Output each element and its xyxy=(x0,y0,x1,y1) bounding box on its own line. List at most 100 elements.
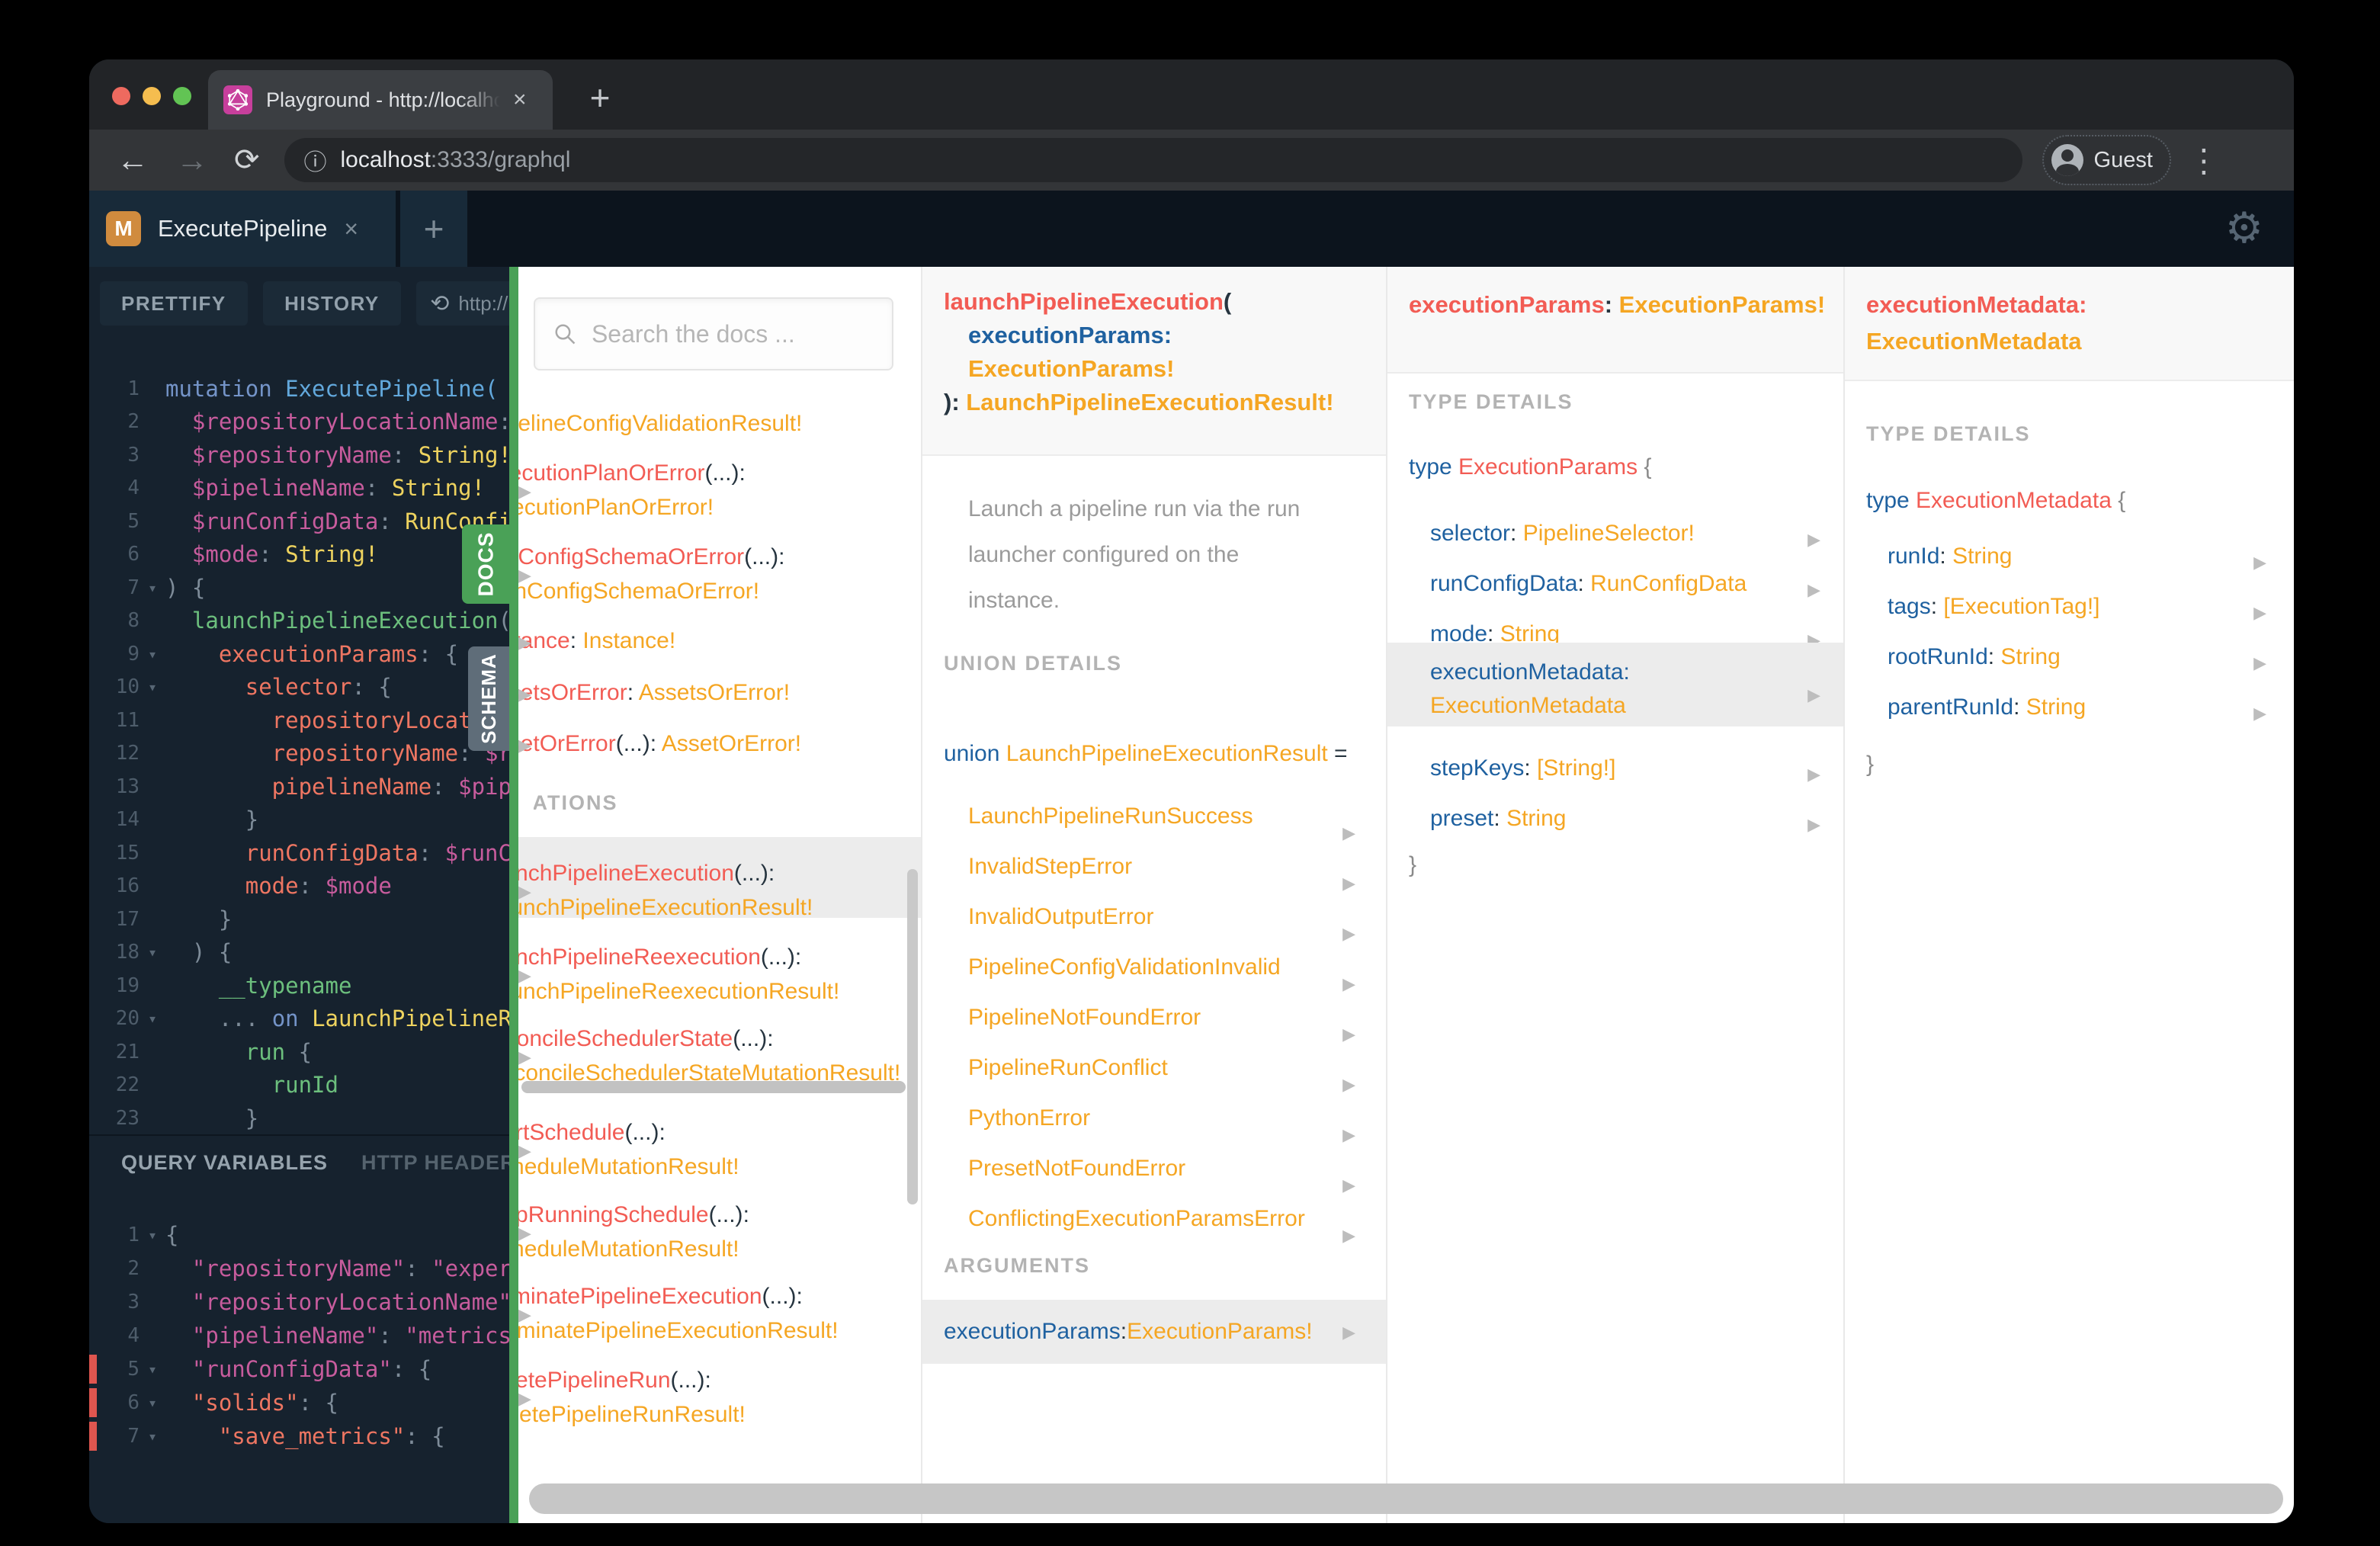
history-button[interactable]: HISTORY xyxy=(263,281,401,326)
type-declaration: type ExecutionMetadata { xyxy=(1866,488,2126,513)
error-marker xyxy=(89,1388,97,1417)
argument-row[interactable]: executionParams: ExecutionParams! ▶ xyxy=(922,1300,1386,1364)
type-field-preset[interactable]: preset: String ▶ xyxy=(1387,802,1843,836)
type-field-stepKeys[interactable]: stepKeys: [String!] ▶ xyxy=(1387,752,1843,785)
playground-header: M ExecutePipeline × + ⚙ xyxy=(89,191,2294,267)
mutation-badge: M xyxy=(106,211,141,246)
address-bar[interactable]: ⓘ localhost :3333/graphql xyxy=(284,138,2022,182)
browser-tab-title: Playground - http://localhost:3 xyxy=(266,88,502,111)
doc-item-deletePipelineRun[interactable]: deletePipelineRun(...): DeletePipelineRu… xyxy=(518,1363,903,1432)
code-line: 4 "pipelineName": "metrics xyxy=(127,1323,509,1349)
type-field-selector[interactable]: selector: PipelineSelector! ▶ xyxy=(1387,517,1843,550)
union-member-PresetNotFoundError[interactable]: PresetNotFoundError ▶ xyxy=(922,1143,1386,1195)
chevron-right-icon: ▶ xyxy=(2253,603,2266,622)
back-icon[interactable]: ← xyxy=(117,144,149,176)
chevron-right-icon: ▶ xyxy=(2253,704,2266,723)
union-member-PipelineNotFoundError[interactable]: PipelineNotFoundError ▶ xyxy=(922,993,1386,1044)
code-line: 5 $runConfigData: RunConfigData! xyxy=(127,508,509,534)
code-line: 3 $repositoryName: String! xyxy=(127,441,509,468)
code-line: 6 ▾ "solids": { xyxy=(127,1390,338,1416)
docs-column-root: PipelineConfigValidationResult! execution… xyxy=(518,267,922,1523)
code-line: 15 runConfigData: $runConfigData xyxy=(115,839,509,866)
docs-divider[interactable] xyxy=(509,267,518,1523)
profile-button[interactable]: Guest xyxy=(2042,135,2171,185)
type-field-runId[interactable]: runId: String ▶ xyxy=(1845,540,2294,573)
union-member-ConflictingExecutionParamsError[interactable]: ConflictingExecutionParamsError ▶ xyxy=(922,1194,1386,1245)
doc-item-assetsOrError[interactable]: assetsOrError: AssetsOrError! xyxy=(518,675,903,710)
code-line: 20▾ ... on LaunchPipelineRunSuccess { xyxy=(115,1006,509,1032)
union-member-PythonError[interactable]: PythonError ▶ xyxy=(922,1093,1386,1144)
doc-item-terminatePipelineExecution[interactable]: terminatePipelineExecution(...): Termina… xyxy=(518,1279,903,1348)
chevron-right-icon: ▶ xyxy=(518,566,531,585)
site-info-icon[interactable]: ⓘ xyxy=(304,143,327,177)
doc-item-launchPipelineReexecution[interactable]: launchPipelineReexecution(...): LaunchPi… xyxy=(518,940,903,1009)
code-line: 1 ▾{ xyxy=(127,1222,179,1248)
browser-menu-icon[interactable]: ⋮ xyxy=(2188,142,2220,179)
url-host: localhost xyxy=(340,147,431,172)
fold-arrow-icon: ▾ xyxy=(147,1226,158,1244)
union-member-InvalidStepError[interactable]: InvalidStepError ▶ xyxy=(922,842,1386,893)
code-line: 10 ▾ selector: { xyxy=(115,674,392,701)
docs-horizontal-scrollbar[interactable] xyxy=(529,1483,2283,1514)
tab-http-headers[interactable]: HTTP HEADERS xyxy=(361,1151,509,1175)
union-member-PipelineRunConflict[interactable]: PipelineRunConflict ▶ xyxy=(922,1043,1386,1094)
doc-item-startSchedule[interactable]: startSchedule(...): ScheduleMutationResu… xyxy=(518,1115,903,1184)
fold-arrow-icon: ▾ xyxy=(147,1360,158,1378)
tab-close-icon[interactable]: × xyxy=(513,88,527,111)
fold-arrow-icon: ▾ xyxy=(147,1427,158,1445)
reload-icon[interactable]: ⟳ xyxy=(234,145,260,175)
graphql-playground: M ExecutePipeline × + ⚙ PRETTIFY HISTORY… xyxy=(89,191,2294,1523)
type-field-rootRunId[interactable]: rootRunId: String ▶ xyxy=(1845,640,2294,674)
forward-icon[interactable]: → xyxy=(176,144,208,176)
playground-tab-executepipeline[interactable]: M ExecutePipeline × xyxy=(89,191,396,267)
settings-gear-icon[interactable]: ⚙ xyxy=(2225,203,2263,253)
query-editor-pane[interactable]: PRETTIFY HISTORY ⟲ http://loc 1mutation … xyxy=(89,267,509,1523)
chevron-right-icon: ▶ xyxy=(1807,580,1820,599)
docs-search-input[interactable] xyxy=(591,319,874,348)
column-horizontal-scrollbar[interactable] xyxy=(521,1081,906,1093)
doc-item-runConfigSchemaOrError[interactable]: runConfigSchemaOrError(...): RunConfigSc… xyxy=(518,540,903,608)
column-vertical-scrollbar[interactable] xyxy=(907,869,918,1204)
code-line: 18 ▾ ) { xyxy=(115,939,233,966)
docs-search-box[interactable] xyxy=(534,297,893,370)
doc-item-executionPlanOrError[interactable]: executionPlanOrError(...): ExecutionPlan… xyxy=(518,456,903,524)
endpoint-url-input[interactable]: ⟲ http://loc xyxy=(416,281,509,326)
union-details-header: UNION DETAILS xyxy=(944,652,1122,675)
window-minimize-button[interactable] xyxy=(143,87,161,105)
type-field-tags[interactable]: tags: [ExecutionTag!] ▶ xyxy=(1845,590,2294,624)
union-member-InvalidOutputError[interactable]: InvalidOutputError ▶ xyxy=(922,892,1386,943)
doc-item-partial[interactable]: PipelineConfigValidationResult! xyxy=(518,406,903,441)
doc-item-launchPipelineExecution[interactable]: launchPipelineExecution(...): LaunchPipe… xyxy=(518,856,903,925)
new-tab-button[interactable]: + xyxy=(579,76,621,119)
tab-query-variables[interactable]: QUERY VARIABLES xyxy=(121,1151,328,1175)
doc-item-instance[interactable]: instance: Instance! xyxy=(518,624,903,658)
editor-toolbar: PRETTIFY HISTORY ⟲ http://loc xyxy=(89,267,509,340)
code-line: 12 repositoryName: $repositoryName xyxy=(115,740,509,767)
type-field-parentRunId[interactable]: parentRunId: String ▶ xyxy=(1845,691,2294,724)
type-field-runConfigData[interactable]: runConfigData: RunConfigData ▶ xyxy=(1387,567,1843,601)
variables-editor[interactable]: 1 ▾{2 "repositoryName": "exper 3 "reposito… xyxy=(89,1189,509,1523)
type-field-executionMetadata[interactable]: executionMetadata: ExecutionMetadata ▶ xyxy=(1387,656,1843,723)
browser-tab[interactable]: Playground - http://localhost:3 × xyxy=(208,70,553,130)
union-member-LaunchPipelineRunSuccess[interactable]: LaunchPipelineRunSuccess ▶ xyxy=(922,791,1386,842)
docs-side-tab[interactable]: DOCS xyxy=(462,524,509,604)
doc-item-stopRunningSchedule[interactable]: stopRunningSchedule(...): ScheduleMutati… xyxy=(518,1198,903,1266)
graphql-favicon-icon xyxy=(223,85,252,114)
schema-side-tab[interactable]: SCHEMA xyxy=(468,646,509,751)
playground-tab-close-icon[interactable]: × xyxy=(344,215,358,243)
doc-item-reconcileSchedulerState[interactable]: reconcileSchedulerState(...): ReconcileS… xyxy=(518,1022,903,1090)
search-icon xyxy=(555,324,576,345)
chevron-right-icon: ▶ xyxy=(518,882,531,901)
doc-item-assetOrError[interactable]: assetOrError(...): AssetOrError! xyxy=(518,726,903,761)
endpoint-reload-icon[interactable]: ⟲ xyxy=(430,290,449,317)
code-line: 8 launchPipelineExecution( xyxy=(127,608,509,634)
code-line: 2 "repositoryName": "exper xyxy=(127,1256,509,1281)
query-editor[interactable]: 1 mutation ExecutePipeline(2 $repositoryL… xyxy=(89,372,509,1135)
union-member-PipelineConfigValidationInvalid[interactable]: PipelineConfigValidationInvalid ▶ xyxy=(922,942,1386,993)
window-close-button[interactable] xyxy=(112,87,130,105)
code-line: 6 $mode: String! xyxy=(127,541,379,568)
window-zoom-button[interactable] xyxy=(173,87,191,105)
prettify-button[interactable]: PRETTIFY xyxy=(100,281,248,326)
arguments-header: ARGUMENTS xyxy=(944,1254,1090,1277)
playground-new-tab-button[interactable]: + xyxy=(400,191,467,267)
